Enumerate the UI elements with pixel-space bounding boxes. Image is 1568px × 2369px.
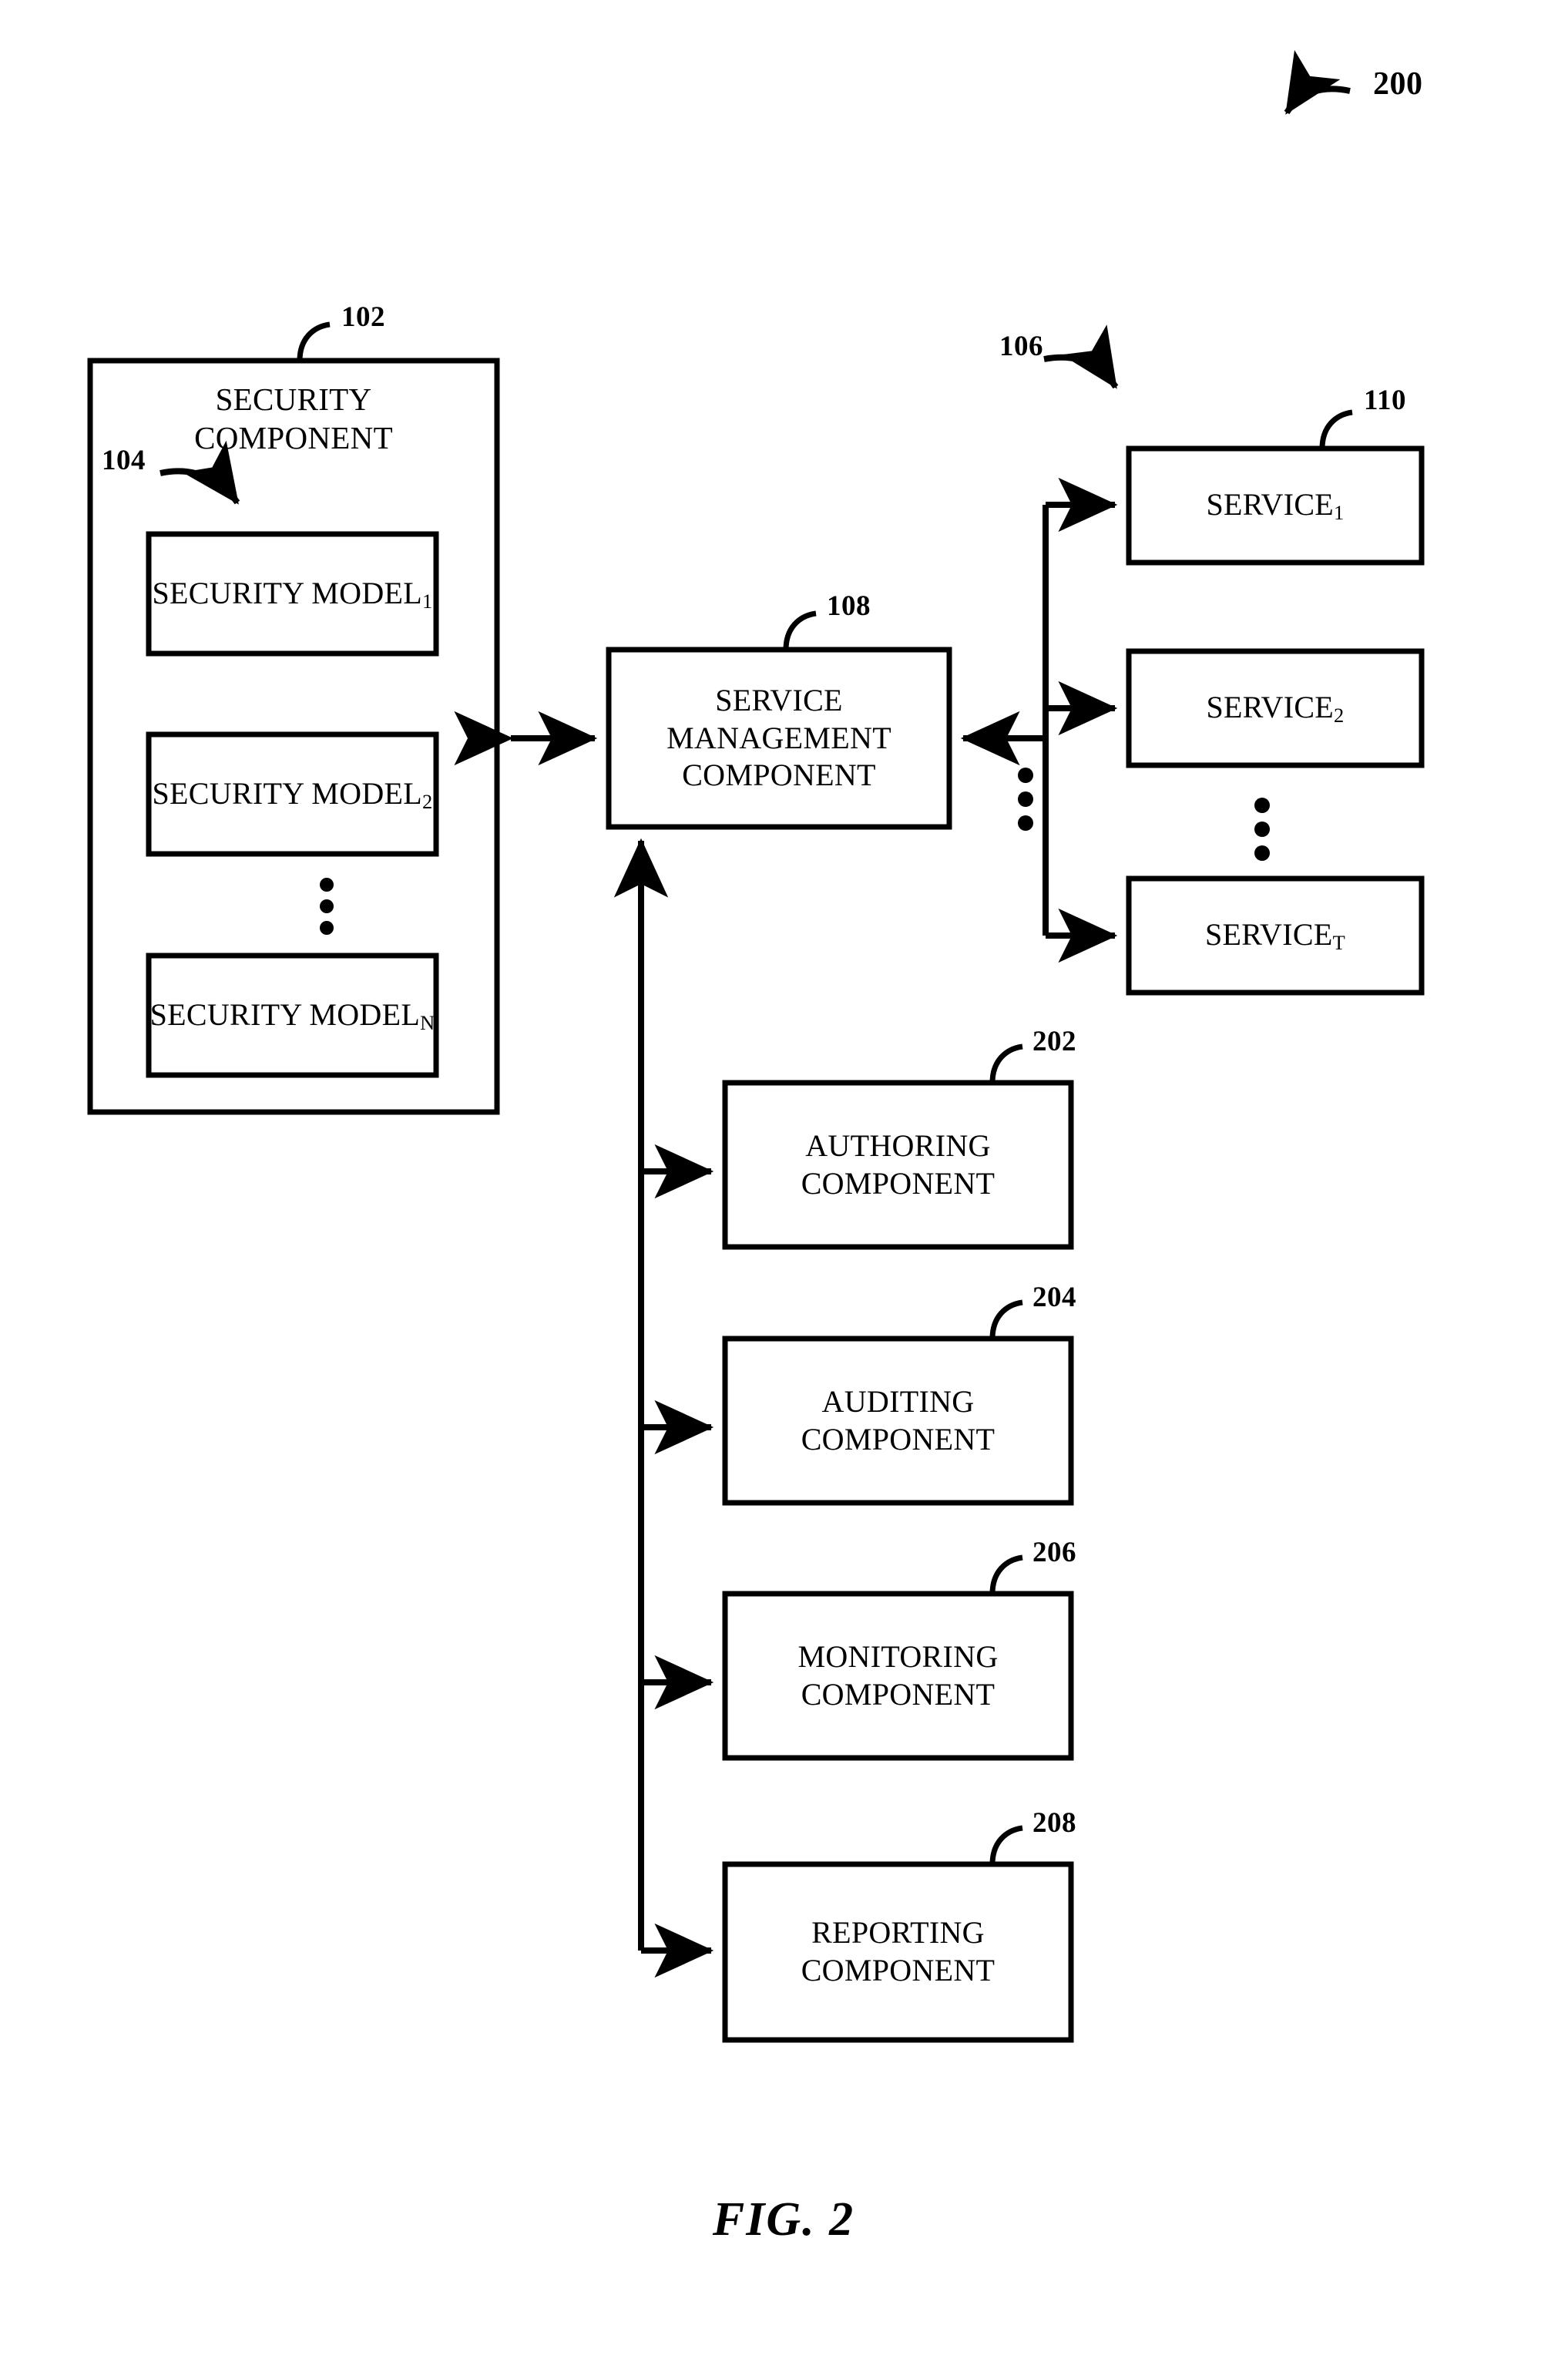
ref-label-202: 202 (1032, 1026, 1076, 1057)
service-t-text: SERVICE (1205, 917, 1333, 952)
security-model-1-text: SECURITY MODEL (152, 575, 422, 610)
service-1-sub: 1 (1334, 500, 1345, 524)
services-ellipsis-icon (1254, 798, 1270, 861)
leader-202 (989, 1043, 1023, 1084)
leader-102 (297, 321, 331, 361)
security-model-2-text: SECURITY MODEL (152, 775, 422, 811)
service-management-component-label: SERVICE MANAGEMENT COMPONENT (609, 650, 949, 827)
ref-label-206: 206 (1032, 1537, 1076, 1568)
ref-label-208: 208 (1032, 1807, 1076, 1839)
security-model-2-label: SECURITY MODEL2 (149, 734, 436, 854)
ref-label-102: 102 (341, 301, 385, 333)
leader-110 (1319, 409, 1353, 449)
ref-label-104: 104 (102, 445, 146, 476)
monitoring-component-label: MONITORING COMPONENT (725, 1594, 1071, 1758)
auditing-component-label: AUDITING COMPONENT (725, 1339, 1071, 1503)
security-model-n-sub: N (420, 1010, 435, 1034)
ref-label-106: 106 (999, 331, 1043, 362)
authoring-component-label: AUTHORING COMPONENT (725, 1083, 1071, 1247)
security-model-n-label: SECURITY MODELN (149, 956, 436, 1075)
leader-arrow-104 (159, 440, 240, 505)
authoring-component-text: AUTHORING COMPONENT (801, 1127, 996, 1201)
leader-206 (989, 1554, 1023, 1594)
service-2-text: SERVICE (1206, 690, 1335, 724)
service-2-sub: 2 (1334, 703, 1345, 727)
security-component-text: SECURITY COMPONENT (194, 381, 393, 455)
service-2-label: SERVICE2 (1129, 651, 1422, 765)
security-model-1-sub: 1 (422, 589, 433, 613)
leader-208 (989, 1825, 1023, 1865)
security-component-label: SECURITY COMPONENT (90, 376, 497, 461)
ref-label-108: 108 (827, 590, 871, 622)
service-management-component-text: SERVICE MANAGEMENT COMPONENT (666, 682, 891, 793)
leader-108 (783, 610, 817, 650)
reporting-component-text: REPORTING COMPONENT (801, 1915, 996, 1988)
patent-figure-2: 200 102 SECURITY COMPONENT 104 SECURITY M… (0, 0, 1568, 2369)
security-model-1-label: SECURITY MODEL1 (149, 534, 436, 654)
leader-arrow-106 (1043, 324, 1119, 389)
service-1-label: SERVICE1 (1129, 449, 1422, 563)
service-t-sub: T (1332, 930, 1345, 954)
figure-ref-200: 200 (1373, 66, 1423, 102)
ref-label-204: 204 (1032, 1282, 1076, 1313)
service-t-label: SERVICET (1129, 879, 1422, 993)
leader-204 (989, 1299, 1023, 1339)
leader-arrow-200 (1284, 50, 1351, 115)
ref-label-110: 110 (1364, 385, 1406, 416)
monitoring-component-text: MONITORING COMPONENT (797, 1638, 999, 1712)
security-models-ellipsis-icon (320, 878, 334, 935)
figure-caption: FIG. 2 (712, 2193, 855, 2246)
security-model-2-sub: 2 (422, 789, 433, 813)
auditing-component-text: AUDITING COMPONENT (801, 1383, 996, 1457)
security-model-n-text: SECURITY MODEL (149, 996, 421, 1032)
service-1-text: SERVICE (1206, 487, 1335, 522)
reporting-component-label: REPORTING COMPONENT (725, 1864, 1071, 2040)
service-bus-ellipsis-icon (1018, 768, 1033, 831)
